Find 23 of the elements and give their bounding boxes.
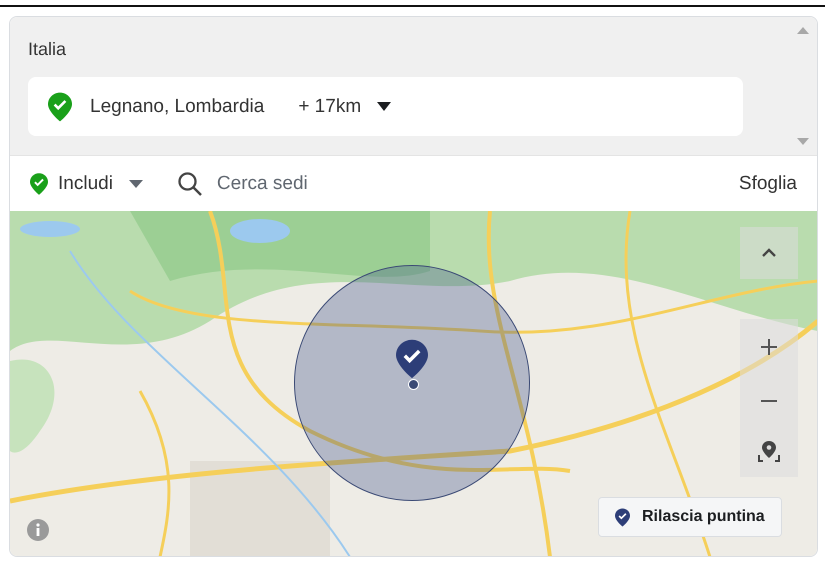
pin-icon	[615, 508, 630, 526]
map-pin-icon	[396, 339, 428, 379]
location-pin-icon	[48, 92, 72, 122]
info-icon[interactable]	[27, 519, 49, 541]
zoom-in-button[interactable]	[740, 319, 798, 375]
caret-icon	[377, 102, 392, 111]
scroll-up-icon[interactable]	[797, 27, 809, 34]
search-field[interactable]: Cerca sedi	[214, 172, 419, 196]
minus-icon	[760, 399, 778, 403]
include-dropdown[interactable]: Includi	[30, 172, 143, 194]
browse-link[interactable]: Sfoglia	[738, 172, 797, 194]
country-label: Italia	[28, 39, 66, 60]
radius-dropdown[interactable]: + 17km	[298, 96, 392, 118]
scroll-down-icon[interactable]	[797, 138, 809, 145]
locate-button[interactable]	[740, 427, 798, 477]
plus-icon	[760, 338, 778, 356]
search-icon	[176, 170, 203, 196]
chevron-up-icon	[761, 248, 777, 258]
caret-icon	[128, 180, 143, 188]
pin-icon	[30, 172, 48, 194]
location-name: Legnano, Lombardia	[90, 96, 264, 118]
drop-pin-button[interactable]: Rilascia puntina	[598, 497, 782, 537]
locate-pin-icon	[757, 439, 781, 465]
